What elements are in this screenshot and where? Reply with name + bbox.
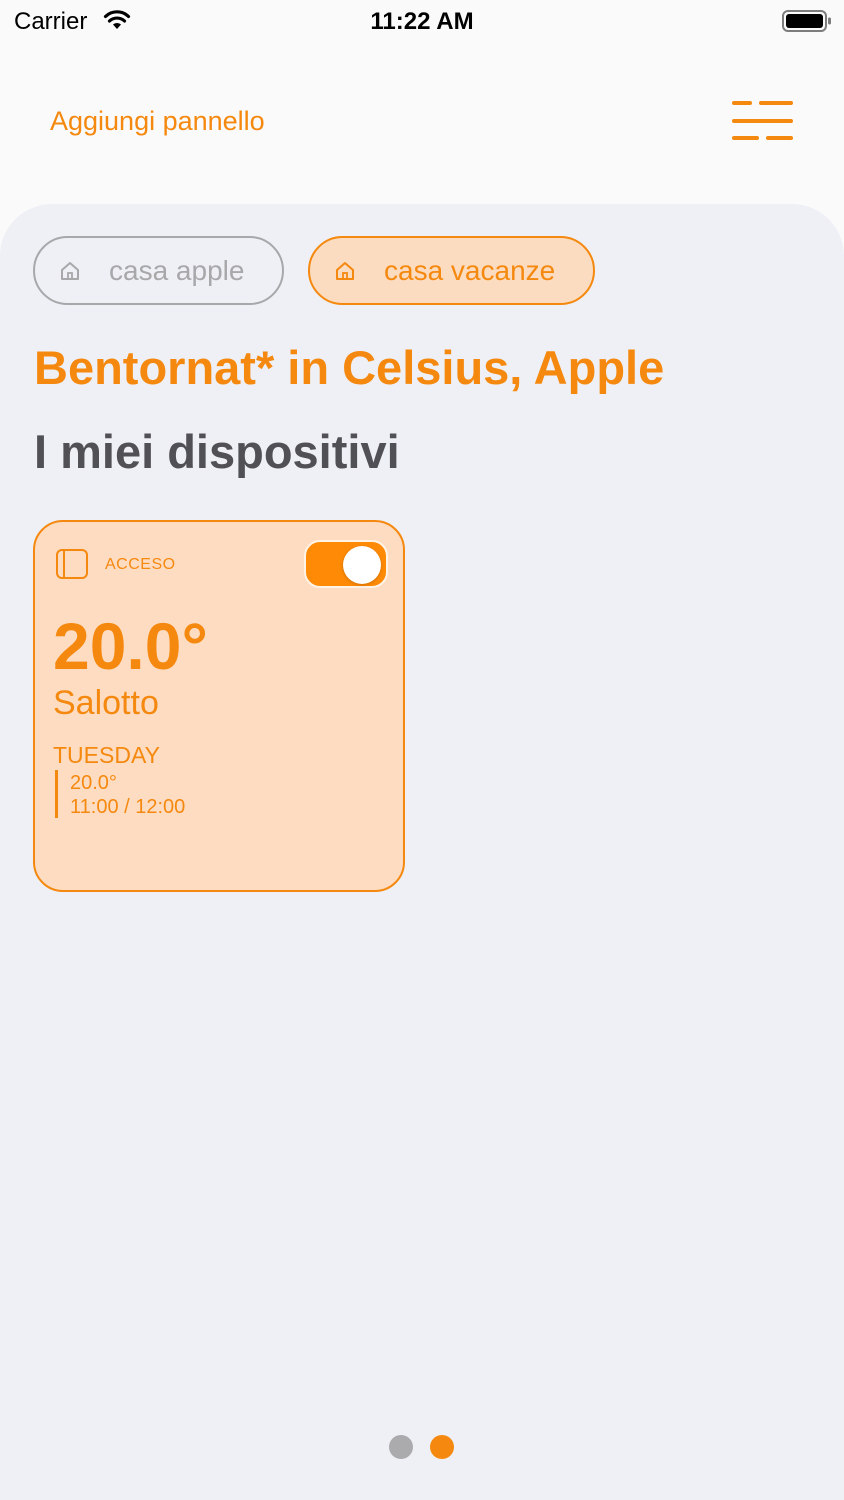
schedule-divider [55,770,58,818]
status-time: 11:22 AM [370,8,474,35]
devices-section-title: I miei dispositivi [34,425,400,478]
menu-button[interactable] [728,98,796,144]
home-chip-label: casa apple [109,255,245,286]
device-room-name: Salotto [53,684,159,722]
device-temperature: 20.0° [53,609,208,683]
status-bar: Carrier 11:22 AM [0,0,844,44]
battery-icon [782,10,831,32]
page-dot-1[interactable] [389,1435,413,1459]
toggle-knob [343,546,381,584]
device-state-label: ACCESO [105,556,176,573]
schedule-day: TUESDAY [53,742,160,768]
home-icon [61,262,79,280]
home-icon [336,262,354,280]
schedule-temperature: 20.0° [70,772,117,794]
home-chip-label: casa vacanze [384,255,556,286]
page-dot-2-active[interactable] [430,1435,454,1459]
device-card[interactable]: ACCESO 20.0° Salotto TUESDAY 20.0° 11:00… [33,520,405,892]
power-toggle[interactable] [304,540,388,588]
home-chip-casa-apple[interactable]: casa apple [33,236,284,305]
schedule-time-range: 11:00 / 12:00 [70,796,186,818]
add-panel-button[interactable]: Aggiungi pannello [50,106,265,137]
device-icon [56,549,88,579]
home-chip-casa-vacanze[interactable]: casa vacanze [308,236,595,305]
welcome-title: Bentornat* in Celsius, Apple [34,341,665,394]
